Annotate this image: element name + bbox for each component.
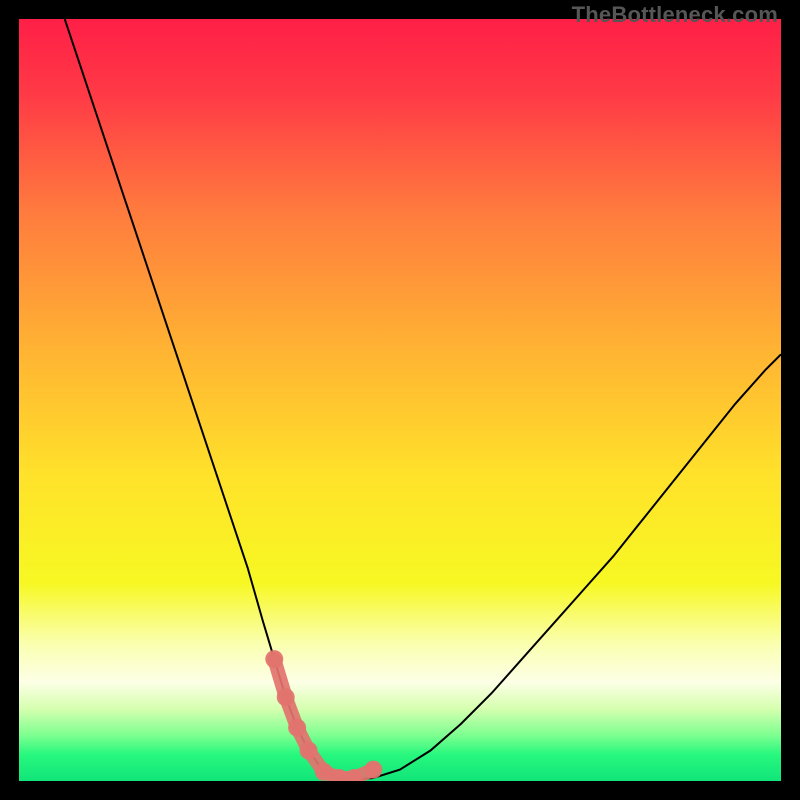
valley-dot	[288, 719, 306, 737]
valley-dot	[265, 650, 283, 668]
valley-dot	[364, 761, 382, 779]
chart-stage: TheBottleneck.com	[0, 0, 800, 800]
plot-area	[19, 19, 781, 781]
watermark-text: TheBottleneck.com	[572, 2, 778, 28]
gradient-background	[19, 19, 781, 781]
valley-dot	[300, 742, 318, 760]
plot-svg	[19, 19, 781, 781]
valley-dot	[277, 688, 295, 706]
